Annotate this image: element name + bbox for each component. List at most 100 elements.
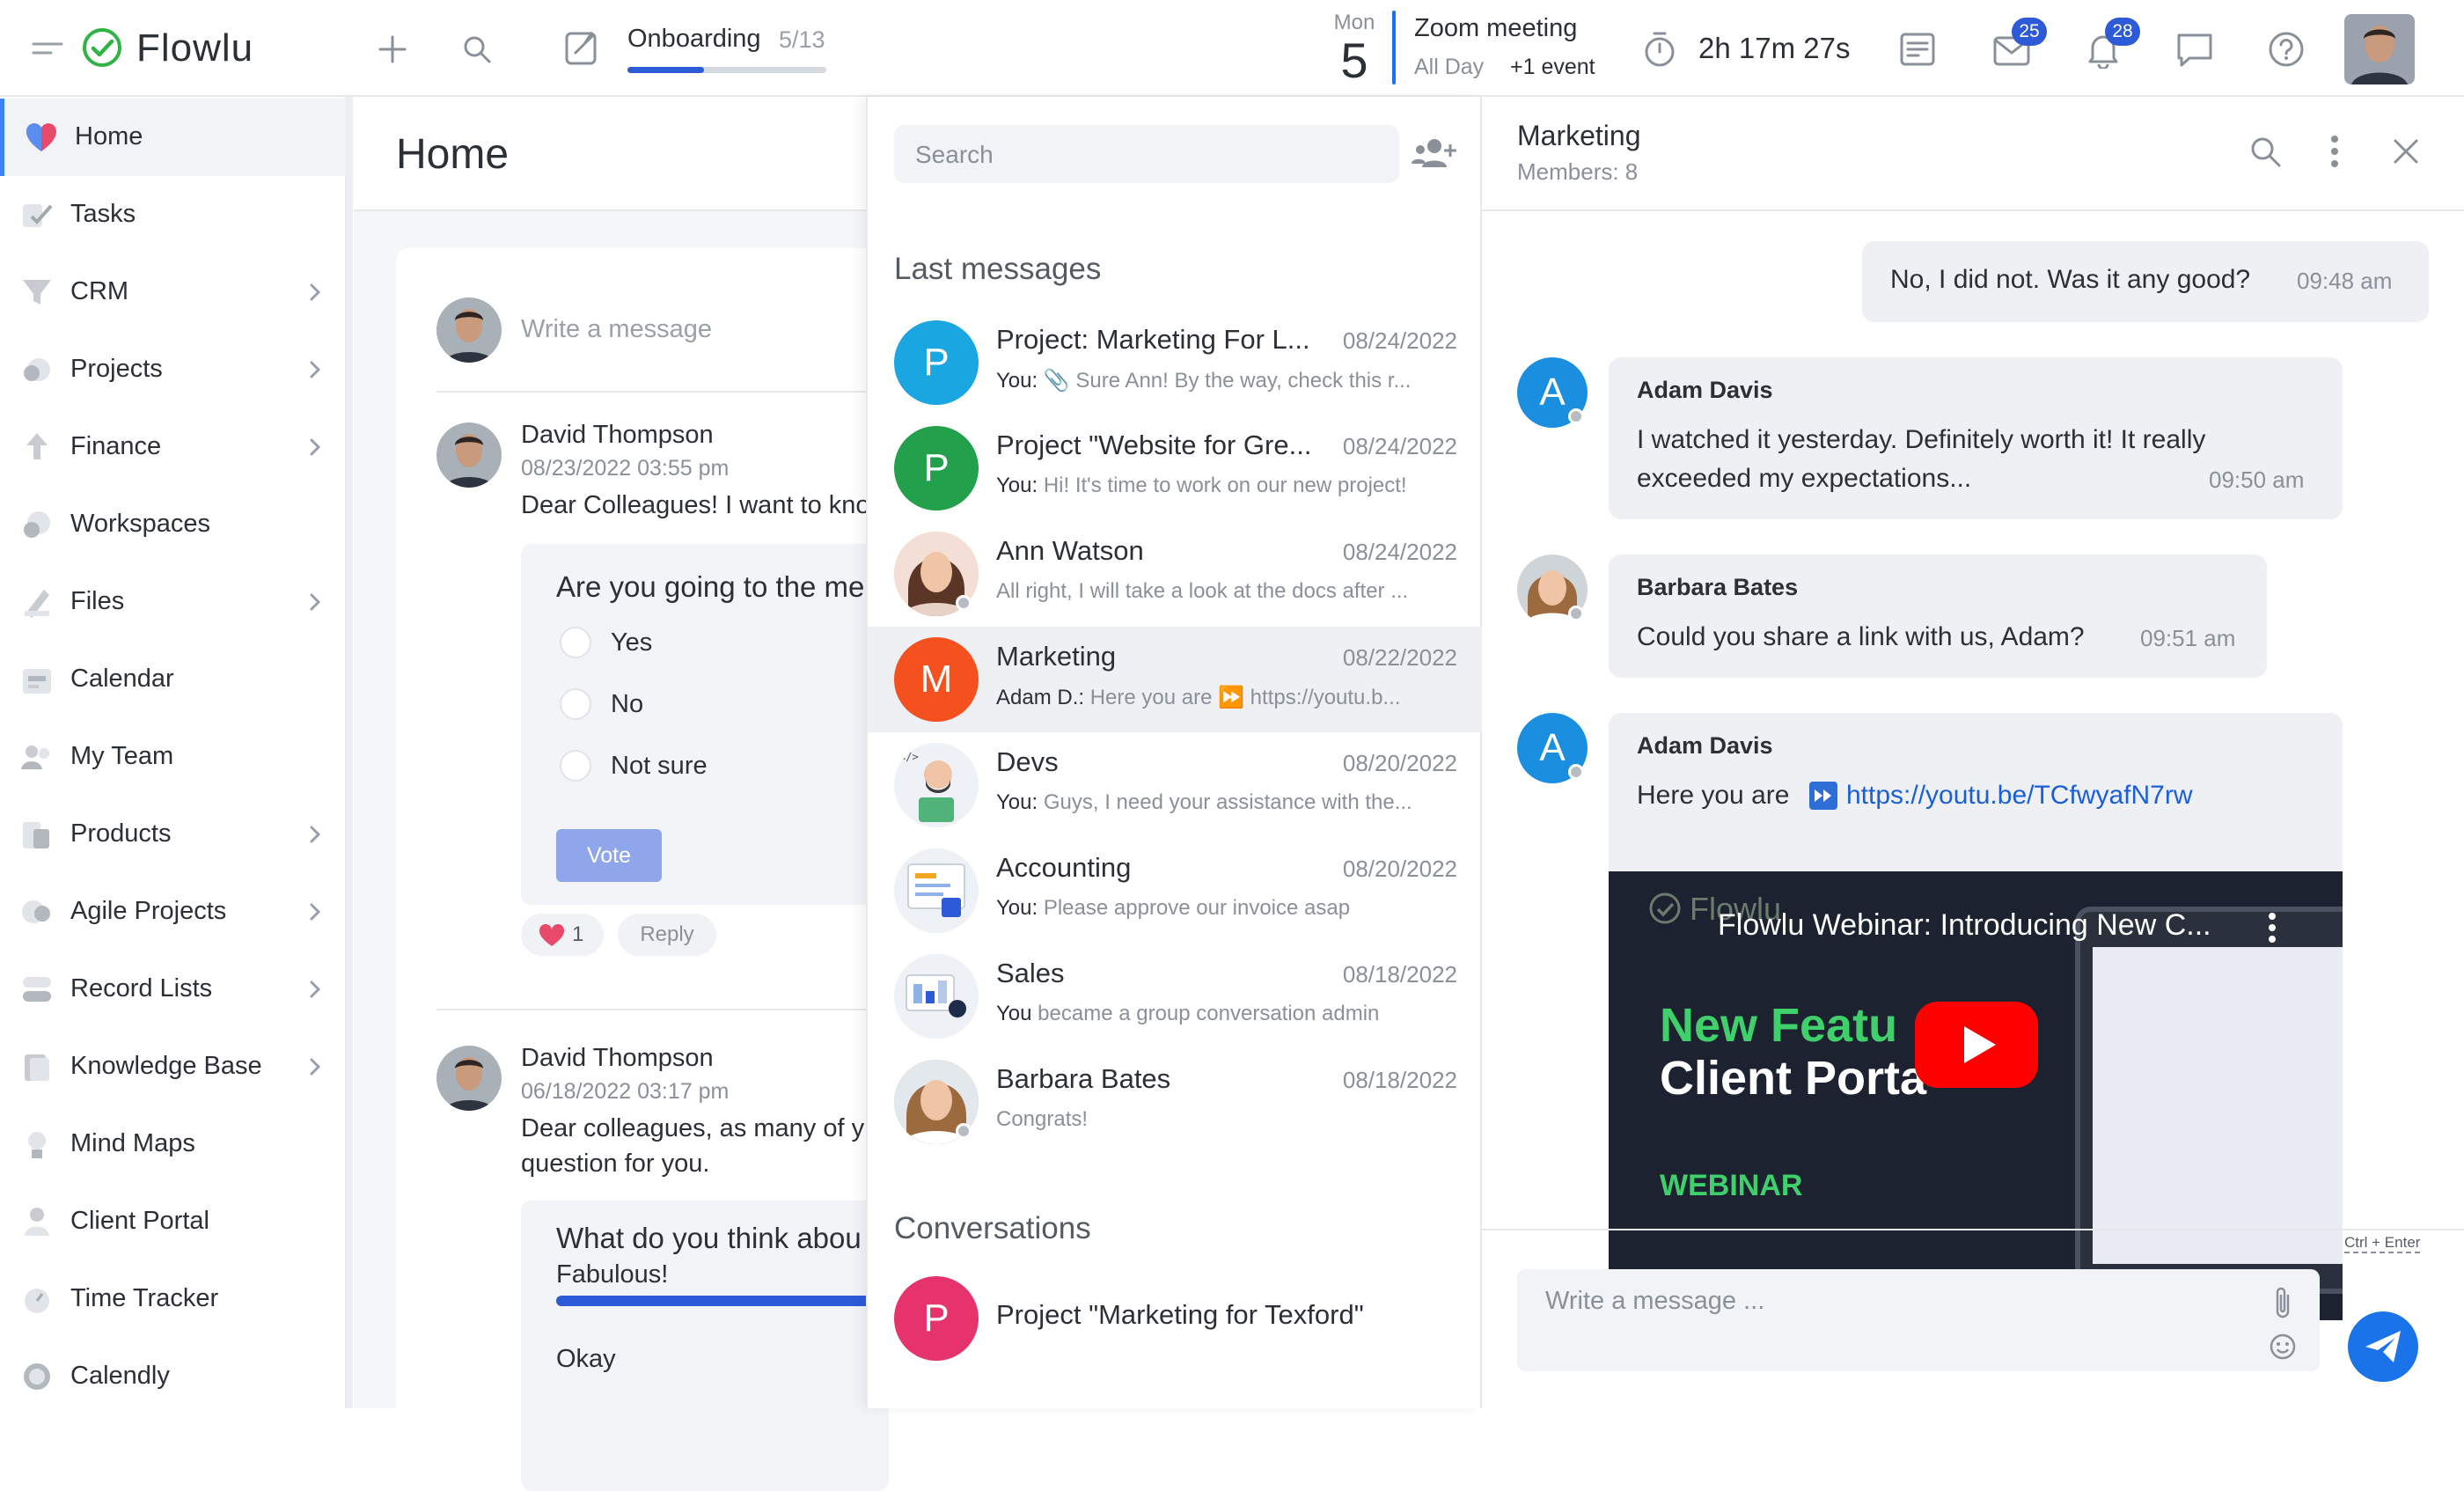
conversation-avatar: [894, 954, 979, 1039]
send-button[interactable]: [2348, 1311, 2418, 1382]
sidebar-item-calendly[interactable]: Calendly: [0, 1338, 347, 1415]
timer-value[interactable]: 2h 17m 27s: [1698, 32, 1850, 65]
mind-maps-icon: [19, 1127, 55, 1162]
sidebar-scrollbar[interactable]: [346, 97, 353, 1408]
onboarding-label[interactable]: Onboarding: [627, 25, 761, 54]
sidebar-item-my-team[interactable]: My Team: [0, 718, 347, 796]
onboarding-rocket-icon[interactable]: [563, 26, 602, 67]
sidebar-item-tasks[interactable]: Tasks: [0, 176, 347, 253]
chat-search-icon[interactable]: [2248, 134, 2283, 169]
sidebar-item-finance[interactable]: Finance: [0, 408, 347, 486]
sidebar-item-calendar[interactable]: Calendar: [0, 641, 347, 718]
user-avatar[interactable]: [2344, 14, 2415, 84]
chevron-right-icon[interactable]: [304, 435, 326, 459]
conversation-date: 08/22/2022: [1342, 644, 1457, 671]
sidebar-item-knowledge-base[interactable]: Knowledge Base: [0, 1028, 347, 1105]
post-author-avatar[interactable]: [436, 422, 502, 488]
youtube-play-icon[interactable]: [1915, 1002, 2038, 1088]
poll-option-radio[interactable]: [560, 627, 591, 658]
close-icon[interactable]: [2392, 137, 2420, 165]
preview-text: became a group conversation admin: [1038, 1002, 1380, 1025]
poll-option-label[interactable]: No: [611, 690, 643, 719]
event-title[interactable]: Zoom meeting: [1414, 14, 1577, 43]
video-screen-content: [2093, 947, 2343, 1264]
search-icon[interactable]: [461, 33, 493, 65]
like-button[interactable]: 1: [521, 914, 604, 956]
poll-option-label[interactable]: Not sure: [611, 752, 708, 781]
message-link[interactable]: https://youtu.be/TCfwyafN7rw: [1846, 776, 2193, 815]
timer-icon[interactable]: [1642, 30, 1677, 69]
page-title: Home: [396, 131, 510, 178]
conversation-item[interactable]: P Project "Website for Gre... 08/24/2022 Yo…: [868, 415, 1484, 521]
sidebar-item-time-tracker[interactable]: Time Tracker: [0, 1260, 347, 1338]
composer-input[interactable]: Write a message: [521, 315, 712, 344]
video-menu-icon[interactable]: [2267, 912, 2277, 944]
add-icon[interactable]: [377, 33, 408, 65]
products-icon: [19, 817, 55, 852]
collapse-menu-icon[interactable]: [32, 37, 63, 60]
knowledge-base-icon: [19, 1049, 55, 1084]
calendar-icon: [19, 662, 55, 697]
message-input-box[interactable]: [1517, 1269, 2320, 1371]
chevron-right-icon[interactable]: [304, 822, 326, 847]
sidebar-item-workspaces[interactable]: Workspaces: [0, 486, 347, 563]
vote-button[interactable]: Vote: [556, 829, 662, 882]
attach-icon[interactable]: [2272, 1285, 2293, 1320]
sidebar-item-projects[interactable]: Projects: [0, 331, 347, 408]
message-input[interactable]: Write a message ...: [1545, 1287, 1764, 1316]
sidebar-item-label: Calendar: [70, 665, 174, 693]
conversation-avatar: </>: [894, 743, 979, 827]
sidebar-item-agile-projects[interactable]: Agile Projects: [0, 873, 347, 951]
sidebar-item-label: Files: [70, 587, 125, 615]
poll-option-radio[interactable]: [560, 750, 591, 782]
sidebar-item-client-portal[interactable]: Client Portal: [0, 1183, 347, 1260]
conversation-item[interactable]: </> Devs 08/20/2022 You: Guys, I need your …: [868, 732, 1484, 838]
post-author[interactable]: David Thompson: [521, 1044, 714, 1073]
chat-icon[interactable]: [2175, 32, 2214, 69]
post-author-avatar[interactable]: [436, 1046, 502, 1111]
app-logo-text[interactable]: Flowlu: [136, 26, 253, 70]
preview-sender: You: [996, 1002, 1032, 1025]
video-preview[interactable]: Flowlu Flowlu Webinar: Introducing New C…: [1609, 871, 2343, 1320]
emoji-icon[interactable]: [2269, 1333, 2297, 1361]
conversation-item[interactable]: P Project: Marketing For L... 08/24/2022 Yo…: [868, 310, 1484, 415]
agile-icon: [19, 894, 55, 929]
conversation-item[interactable]: Barbara Bates 08/18/2022 Congrats!: [868, 1049, 1484, 1155]
poll-option-label[interactable]: Yes: [611, 628, 652, 657]
chevron-right-icon[interactable]: [304, 900, 326, 924]
sidebar-item-mind-maps[interactable]: Mind Maps: [0, 1105, 347, 1183]
chevron-right-icon[interactable]: [304, 357, 326, 382]
sidebar-item-files[interactable]: Files: [0, 563, 347, 641]
search-input[interactable]: Search: [915, 141, 994, 169]
conversation-item[interactable]: M Marketing 08/22/2022 Adam D.: Here you ar…: [868, 627, 1484, 732]
chat-panel: Marketing Members: 8 No, I did not. Was …: [1482, 97, 2464, 1408]
conversation-date: 08/18/2022: [1342, 961, 1457, 988]
reply-button[interactable]: Reply: [618, 914, 716, 956]
send-shortcut-hint[interactable]: Ctrl + Enter: [2344, 1234, 2421, 1253]
chat-members[interactable]: Members: 8: [1517, 158, 1638, 186]
event-more[interactable]: +1 event: [1510, 55, 1595, 80]
conversation-item[interactable]: Ann Watson 08/24/2022 All right, I will ta…: [868, 521, 1484, 627]
chat-header: [1482, 97, 2464, 211]
poll-option-radio[interactable]: [560, 688, 591, 720]
notes-icon[interactable]: [1899, 32, 1936, 67]
post-author[interactable]: David Thompson: [521, 421, 714, 450]
more-vertical-icon[interactable]: [2328, 134, 2341, 169]
chevron-right-icon[interactable]: [304, 280, 326, 305]
conversation-item[interactable]: Accounting 08/20/2022 You: Please approve …: [868, 838, 1484, 944]
add-group-icon[interactable]: [1412, 136, 1457, 171]
sidebar-item-record-lists[interactable]: Record Lists: [0, 951, 347, 1028]
sidebar-item-home[interactable]: Home: [0, 99, 347, 176]
svg-text:</>: </>: [899, 751, 919, 763]
sidebar-item-products[interactable]: Products: [0, 796, 347, 873]
workspaces-icon: [19, 507, 55, 542]
chevron-right-icon[interactable]: [304, 1054, 326, 1079]
conversation-item[interactable]: Sales 08/18/2022 You became a group conver…: [868, 944, 1484, 1049]
help-icon[interactable]: [2267, 30, 2306, 69]
sidebar-item-crm[interactable]: CRM: [0, 253, 347, 331]
chevron-right-icon[interactable]: [304, 977, 326, 1002]
conversation-preview: You: Guys, I need your assistance with t…: [996, 790, 1454, 815]
chevron-right-icon[interactable]: [304, 590, 326, 614]
offline-status: [956, 1123, 972, 1139]
conversation-item[interactable]: P Project "Marketing for Texford": [868, 1266, 1484, 1371]
